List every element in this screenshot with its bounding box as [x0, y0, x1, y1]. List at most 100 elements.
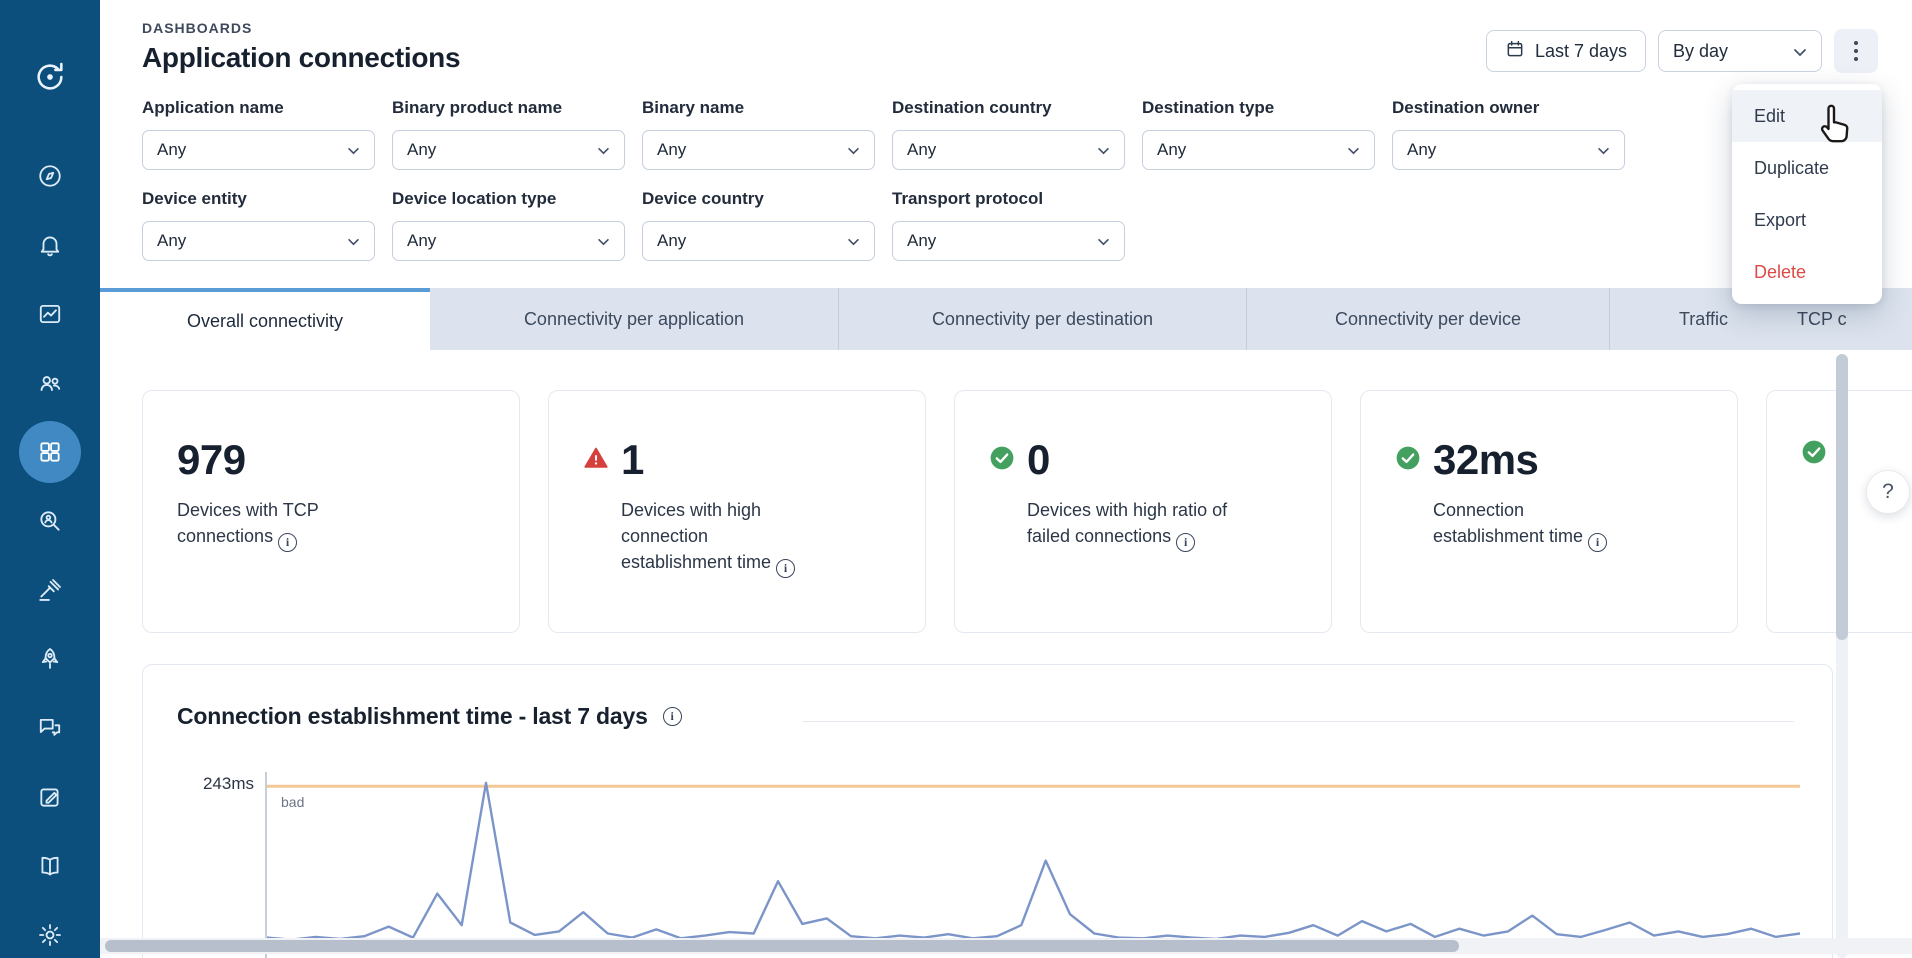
- stat-value: 1: [621, 439, 644, 481]
- filter-binary-product-name: Binary product name Any: [392, 98, 625, 170]
- chevron-down-icon: [1597, 140, 1610, 160]
- tab-connectivity-per-destination[interactable]: Connectivity per destination: [838, 288, 1246, 350]
- gear-icon: [37, 922, 63, 948]
- filter-select-transport-protocol[interactable]: Any: [892, 221, 1125, 261]
- chevron-down-icon: [847, 140, 860, 160]
- y-axis-max-label: 243ms: [172, 774, 254, 794]
- filter-value: Any: [657, 231, 686, 251]
- menu-item-export[interactable]: Export: [1732, 194, 1882, 246]
- help-button[interactable]: ?: [1866, 470, 1910, 514]
- filter-device-entity: Device entity Any: [142, 189, 375, 261]
- stat-cards-row: 979 Devices with TCP connections 1 Devic…: [142, 390, 1912, 633]
- calendar-icon: [1505, 39, 1525, 64]
- compass-icon: [37, 163, 63, 189]
- interval-select[interactable]: By day: [1658, 30, 1822, 72]
- filter-label: Application name: [142, 98, 375, 118]
- horizontal-scrollbar-thumb[interactable]: [105, 940, 1459, 952]
- stat-label: Devices with high ratio of failed connec…: [1027, 497, 1275, 552]
- info-icon[interactable]: [1588, 533, 1607, 552]
- tab-connectivity-per-application[interactable]: Connectivity per application: [430, 288, 838, 350]
- filter-device-country: Device country Any: [642, 189, 875, 261]
- actions-menu: Edit Duplicate Export Delete: [1732, 84, 1882, 304]
- users-icon: [37, 370, 63, 396]
- menu-item-edit[interactable]: Edit: [1732, 90, 1882, 142]
- filter-device-location-type: Device location type Any: [392, 189, 625, 261]
- stat-value: 0: [1027, 439, 1050, 481]
- menu-item-duplicate[interactable]: Duplicate: [1732, 142, 1882, 194]
- chevron-down-icon: [1347, 140, 1360, 160]
- tab-connectivity-per-device[interactable]: Connectivity per device: [1246, 288, 1609, 350]
- sidebar-item-getting-started[interactable]: [28, 637, 72, 681]
- chat-icon: [37, 715, 63, 741]
- info-icon[interactable]: [278, 533, 297, 552]
- filter-label: Device country: [642, 189, 875, 209]
- filter-select-application-name[interactable]: Any: [142, 130, 375, 170]
- dashboard-tabs: Overall connectivity Connectivity per ap…: [100, 288, 1912, 350]
- filter-select-binary-name[interactable]: Any: [642, 130, 875, 170]
- divider: [803, 721, 1794, 722]
- horizontal-scrollbar: [100, 938, 1912, 954]
- logo-icon[interactable]: [25, 52, 75, 102]
- sidebar-item-notifications[interactable]: [28, 223, 72, 267]
- menu-item-delete[interactable]: Delete: [1732, 246, 1882, 298]
- info-icon[interactable]: [1176, 533, 1195, 552]
- sidebar-item-dashboards[interactable]: [28, 430, 72, 474]
- filters-section: Application name Any Binary product name…: [142, 98, 1625, 280]
- card-devices-with-tcp: 979 Devices with TCP connections: [142, 390, 520, 633]
- filter-select-destination-owner[interactable]: Any: [1392, 130, 1625, 170]
- y-axis-line: [265, 772, 267, 958]
- sidebar-item-investigate[interactable]: [28, 499, 72, 543]
- chevron-down-icon: [347, 140, 360, 160]
- info-icon[interactable]: [663, 707, 682, 726]
- sidebar-item-users[interactable]: [28, 361, 72, 405]
- vertical-scrollbar: [1836, 354, 1848, 958]
- chevron-down-icon: [597, 140, 610, 160]
- card-high-establishment-time: 1 Devices with high connection establish…: [548, 390, 926, 633]
- filter-select-destination-type[interactable]: Any: [1142, 130, 1375, 170]
- chart-title: Connection establishment time - last 7 d…: [177, 703, 648, 730]
- filter-value: Any: [1157, 140, 1186, 160]
- filter-label: Destination type: [1142, 98, 1375, 118]
- compose-icon: [37, 784, 63, 810]
- stat-value: 979: [177, 439, 246, 481]
- filter-destination-type: Destination type Any: [1142, 98, 1375, 170]
- vertical-scrollbar-thumb[interactable]: [1836, 354, 1848, 640]
- bell-icon: [37, 232, 63, 258]
- header-controls: Last 7 days By day: [1486, 29, 1878, 73]
- filter-label: Transport protocol: [892, 189, 1125, 209]
- sidebar-item-explore[interactable]: [28, 154, 72, 198]
- date-range-button[interactable]: Last 7 days: [1486, 30, 1646, 72]
- chevron-down-icon: [1097, 231, 1110, 251]
- stat-label: Connection establishment time: [1433, 497, 1618, 552]
- filter-label: Destination country: [892, 98, 1125, 118]
- filter-select-device-country[interactable]: Any: [642, 221, 875, 261]
- chart-panel-icon: [37, 301, 63, 327]
- filter-transport-protocol: Transport protocol Any: [892, 189, 1125, 261]
- tab-overall-connectivity[interactable]: Overall connectivity: [100, 288, 430, 350]
- filter-label: Destination owner: [1392, 98, 1625, 118]
- sidebar-item-reports[interactable]: [28, 775, 72, 819]
- filter-select-binary-product-name[interactable]: Any: [392, 130, 625, 170]
- filter-select-device-location-type[interactable]: Any: [392, 221, 625, 261]
- filter-select-device-entity[interactable]: Any: [142, 221, 375, 261]
- date-range-label: Last 7 days: [1535, 41, 1627, 62]
- stat-label: Devices with TCP connections: [177, 497, 382, 552]
- sidebar-item-feedback[interactable]: [28, 706, 72, 750]
- filter-select-destination-country[interactable]: Any: [892, 130, 1125, 170]
- sidebar-item-documentation[interactable]: [28, 844, 72, 888]
- filter-label: Binary name: [642, 98, 875, 118]
- chevron-down-icon: [1097, 140, 1110, 160]
- chevron-down-icon: [847, 231, 860, 251]
- sidebar-item-policies[interactable]: [28, 568, 72, 612]
- filter-value: Any: [907, 231, 936, 251]
- rocket-icon: [37, 646, 63, 672]
- success-icon: [989, 445, 1015, 476]
- info-icon[interactable]: [776, 559, 795, 578]
- success-icon: [1395, 445, 1421, 476]
- sidebar-item-settings[interactable]: [28, 913, 72, 957]
- sidebar-item-monitoring[interactable]: [28, 292, 72, 336]
- grid-icon: [37, 439, 63, 465]
- card-failed-connections-ratio: 0 Devices with high ratio of failed conn…: [954, 390, 1332, 633]
- more-actions-button[interactable]: [1834, 29, 1878, 73]
- interval-value: By day: [1673, 41, 1728, 62]
